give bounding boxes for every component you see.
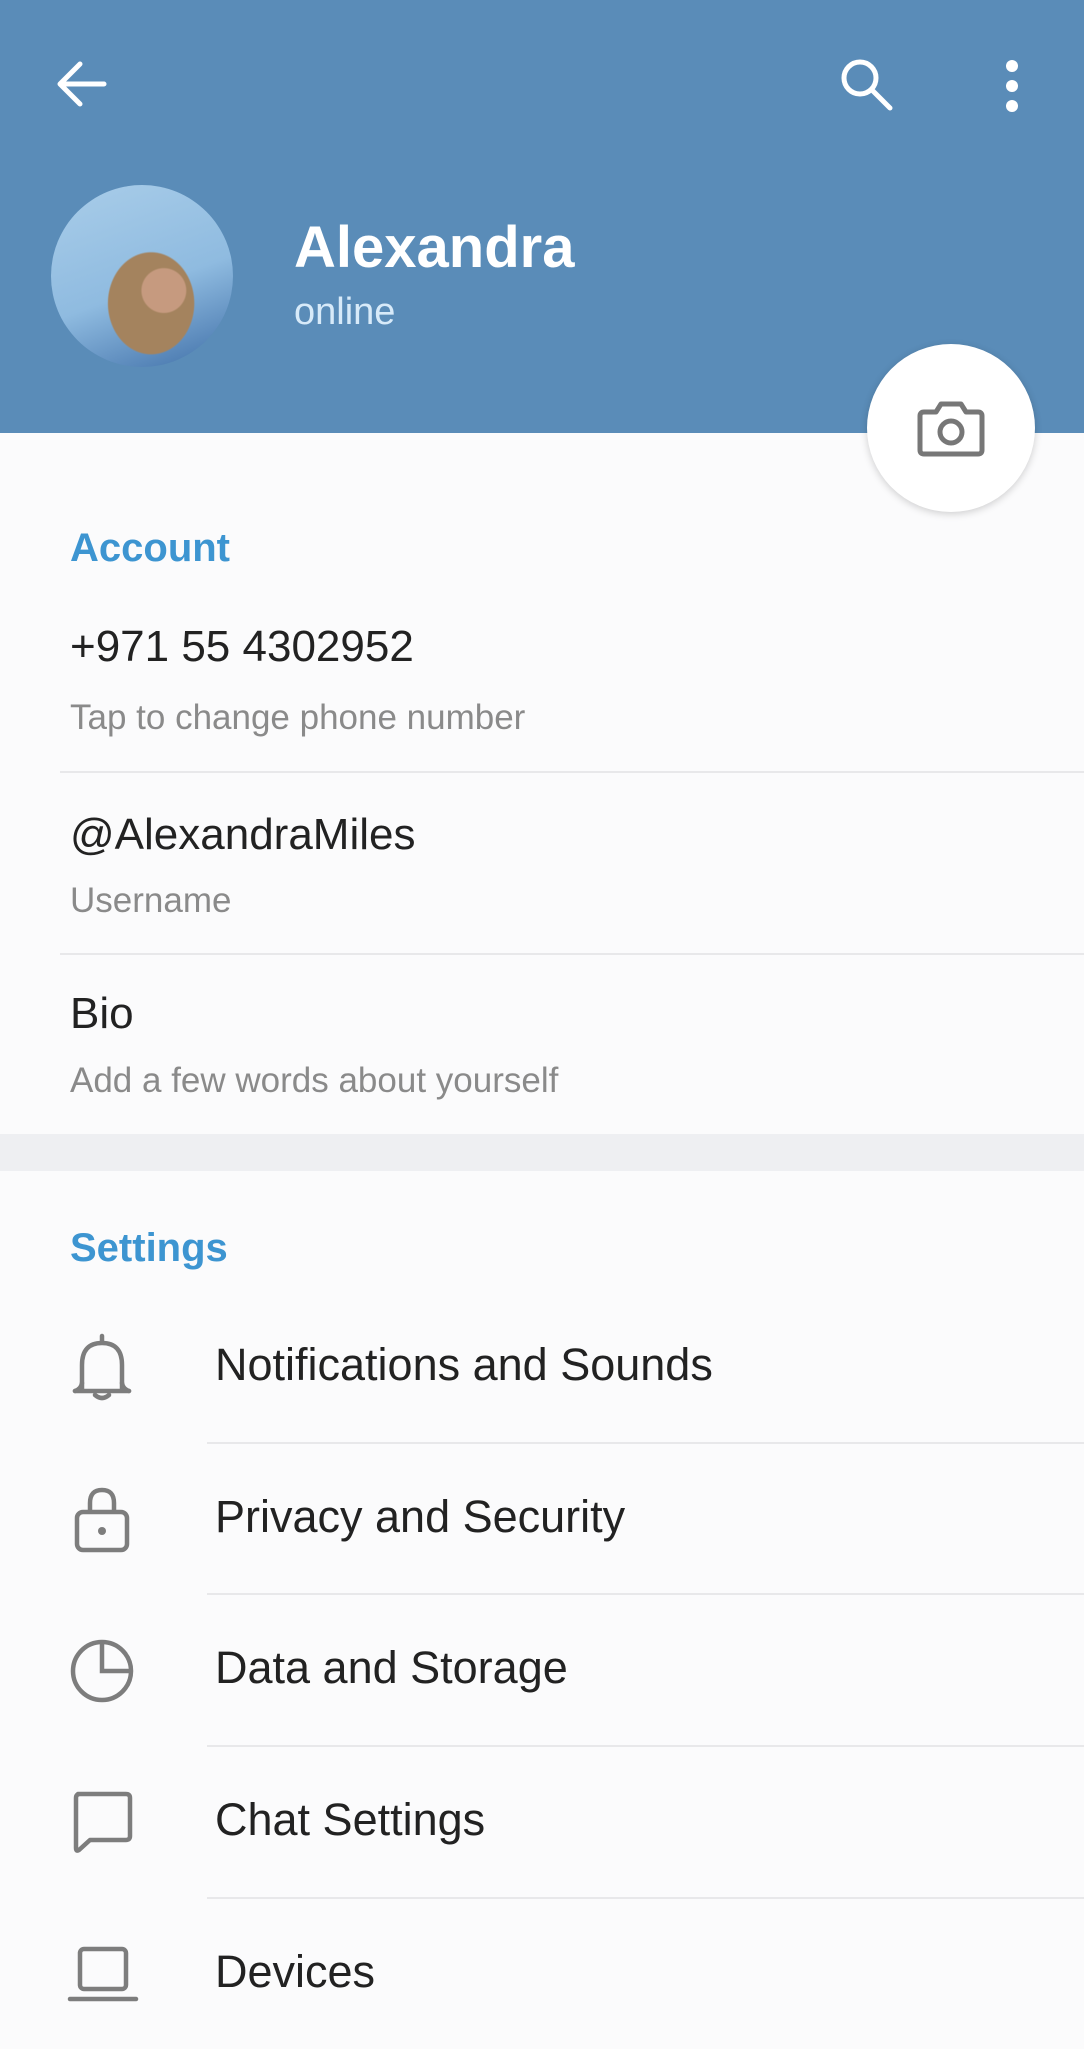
settings-item-label: Data and Storage <box>215 1642 568 1693</box>
bio-value: Bio <box>70 989 134 1038</box>
account-section-title: Account <box>70 526 230 570</box>
phone-number: +971 55 4302952 <box>70 622 414 671</box>
more-menu-button[interactable] <box>990 54 1034 118</box>
phone-row[interactable]: +971 55 4302952 Tap to change phone numb… <box>0 600 1084 771</box>
settings-item-privacy[interactable]: Privacy and Security <box>0 1444 1084 1594</box>
laptop-icon <box>62 1934 142 2014</box>
online-status: online <box>294 291 396 333</box>
camera-icon <box>917 401 985 457</box>
chat-bubble-icon <box>62 1782 142 1862</box>
back-button[interactable] <box>50 52 114 116</box>
username-row[interactable]: @AlexandraMiles Username <box>0 773 1084 953</box>
avatar[interactable] <box>51 185 233 367</box>
settings-section-title: Settings <box>70 1226 228 1270</box>
lock-icon <box>62 1479 142 1559</box>
settings-item-data[interactable]: Data and Storage <box>0 1595 1084 1745</box>
username-value: @AlexandraMiles <box>70 810 416 859</box>
pie-chart-icon <box>62 1630 142 1710</box>
search-icon <box>841 59 893 111</box>
username-hint: Username <box>70 881 232 920</box>
settings-item-notifications[interactable]: Notifications and Sounds <box>0 1292 1084 1442</box>
settings-item-chat[interactable]: Chat Settings <box>0 1747 1084 1897</box>
settings-item-label: Chat Settings <box>215 1794 486 1845</box>
set-photo-button[interactable] <box>867 344 1035 512</box>
bio-row[interactable]: Bio Add a few words about yourself <box>0 955 1084 1134</box>
settings-item-label: Privacy and Security <box>215 1491 626 1542</box>
settings-item-label: Notifications and Sounds <box>215 1339 713 1390</box>
settings-item-label: Devices <box>215 1946 376 1997</box>
arrow-left-icon <box>57 61 107 107</box>
section-separator <box>0 1134 1084 1171</box>
profile-name: Alexandra <box>294 215 575 280</box>
bio-hint: Add a few words about yourself <box>70 1061 559 1100</box>
bell-icon <box>62 1327 142 1407</box>
phone-hint: Tap to change phone number <box>70 698 526 737</box>
search-button[interactable] <box>834 52 898 116</box>
settings-item-devices[interactable]: Devices <box>0 1899 1084 2049</box>
more-vertical-icon <box>1006 60 1018 112</box>
